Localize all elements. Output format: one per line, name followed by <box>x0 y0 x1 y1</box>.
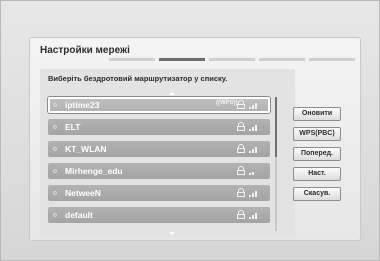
previous-button[interactable]: Поперед. <box>293 147 341 161</box>
instruction-text: Виберіть бездротовий маршрутизатор у спи… <box>48 74 228 83</box>
arrow-down-icon[interactable] <box>169 232 175 235</box>
lock-icon <box>237 188 245 197</box>
dialog-title: Настройки мережі <box>40 45 130 56</box>
progress-step <box>209 58 255 61</box>
progress-step <box>259 58 305 61</box>
signal-strength-icon <box>249 124 257 131</box>
network-row-default[interactable]: default <box>48 207 270 223</box>
signal-strength-icon <box>249 190 257 197</box>
refresh-button[interactable]: Оновити <box>293 107 341 121</box>
network-name: default <box>65 210 93 220</box>
network-name: ELT <box>65 122 81 132</box>
network-row-mirhenge-edu[interactable]: Mirhenge_edu <box>48 163 270 179</box>
arrow-up-icon[interactable] <box>169 92 175 95</box>
network-name: Mirhenge_edu <box>65 166 123 176</box>
scrollbar-thumb[interactable] <box>275 97 277 157</box>
network-settings-dialog: Настройки мережі Виберіть бездротовий ма… <box>29 37 361 241</box>
radio-dot-icon <box>53 147 57 151</box>
radio-dot-icon <box>53 213 57 217</box>
signal-strength-icon <box>249 212 257 219</box>
network-name: iptime23 <box>65 100 100 110</box>
radio-dot-icon <box>53 169 57 173</box>
progress-step-active <box>159 58 205 61</box>
lock-icon <box>237 122 245 131</box>
wps-label: ((WPS)) <box>216 100 238 106</box>
progress-step <box>309 58 355 61</box>
radio-dot-icon <box>53 103 57 107</box>
network-row-iptime23[interactable]: iptime23 ((WPS)) <box>48 97 270 113</box>
network-name: NetweeN <box>65 188 101 198</box>
network-name: KT_WLAN <box>65 144 107 154</box>
wps-pbc-button[interactable]: WPS(PBC) <box>293 127 341 141</box>
lock-icon <box>237 100 245 109</box>
radio-dot-icon <box>53 125 57 129</box>
lock-icon <box>237 166 245 175</box>
progress-step <box>109 58 155 61</box>
radio-dot-icon <box>53 191 57 195</box>
lock-icon <box>237 144 245 153</box>
signal-strength-icon <box>249 102 257 109</box>
network-row-kt-wlan[interactable]: KT_WLAN <box>48 141 270 157</box>
cancel-button[interactable]: Скасув. <box>293 187 341 201</box>
step-progress <box>109 58 359 61</box>
next-button[interactable]: Наст. <box>293 167 341 181</box>
network-list-panel: Виберіть бездротовий маршрутизатор у спи… <box>40 69 295 237</box>
signal-strength-icon <box>249 168 257 175</box>
tv-screen: Настройки мережі Виберіть бездротовий ма… <box>0 0 380 261</box>
scrollbar[interactable] <box>275 97 277 231</box>
network-row-netween[interactable]: NetweeN <box>48 185 270 201</box>
signal-strength-icon <box>249 146 257 153</box>
lock-icon <box>237 210 245 219</box>
network-row-elt[interactable]: ELT <box>48 119 270 135</box>
